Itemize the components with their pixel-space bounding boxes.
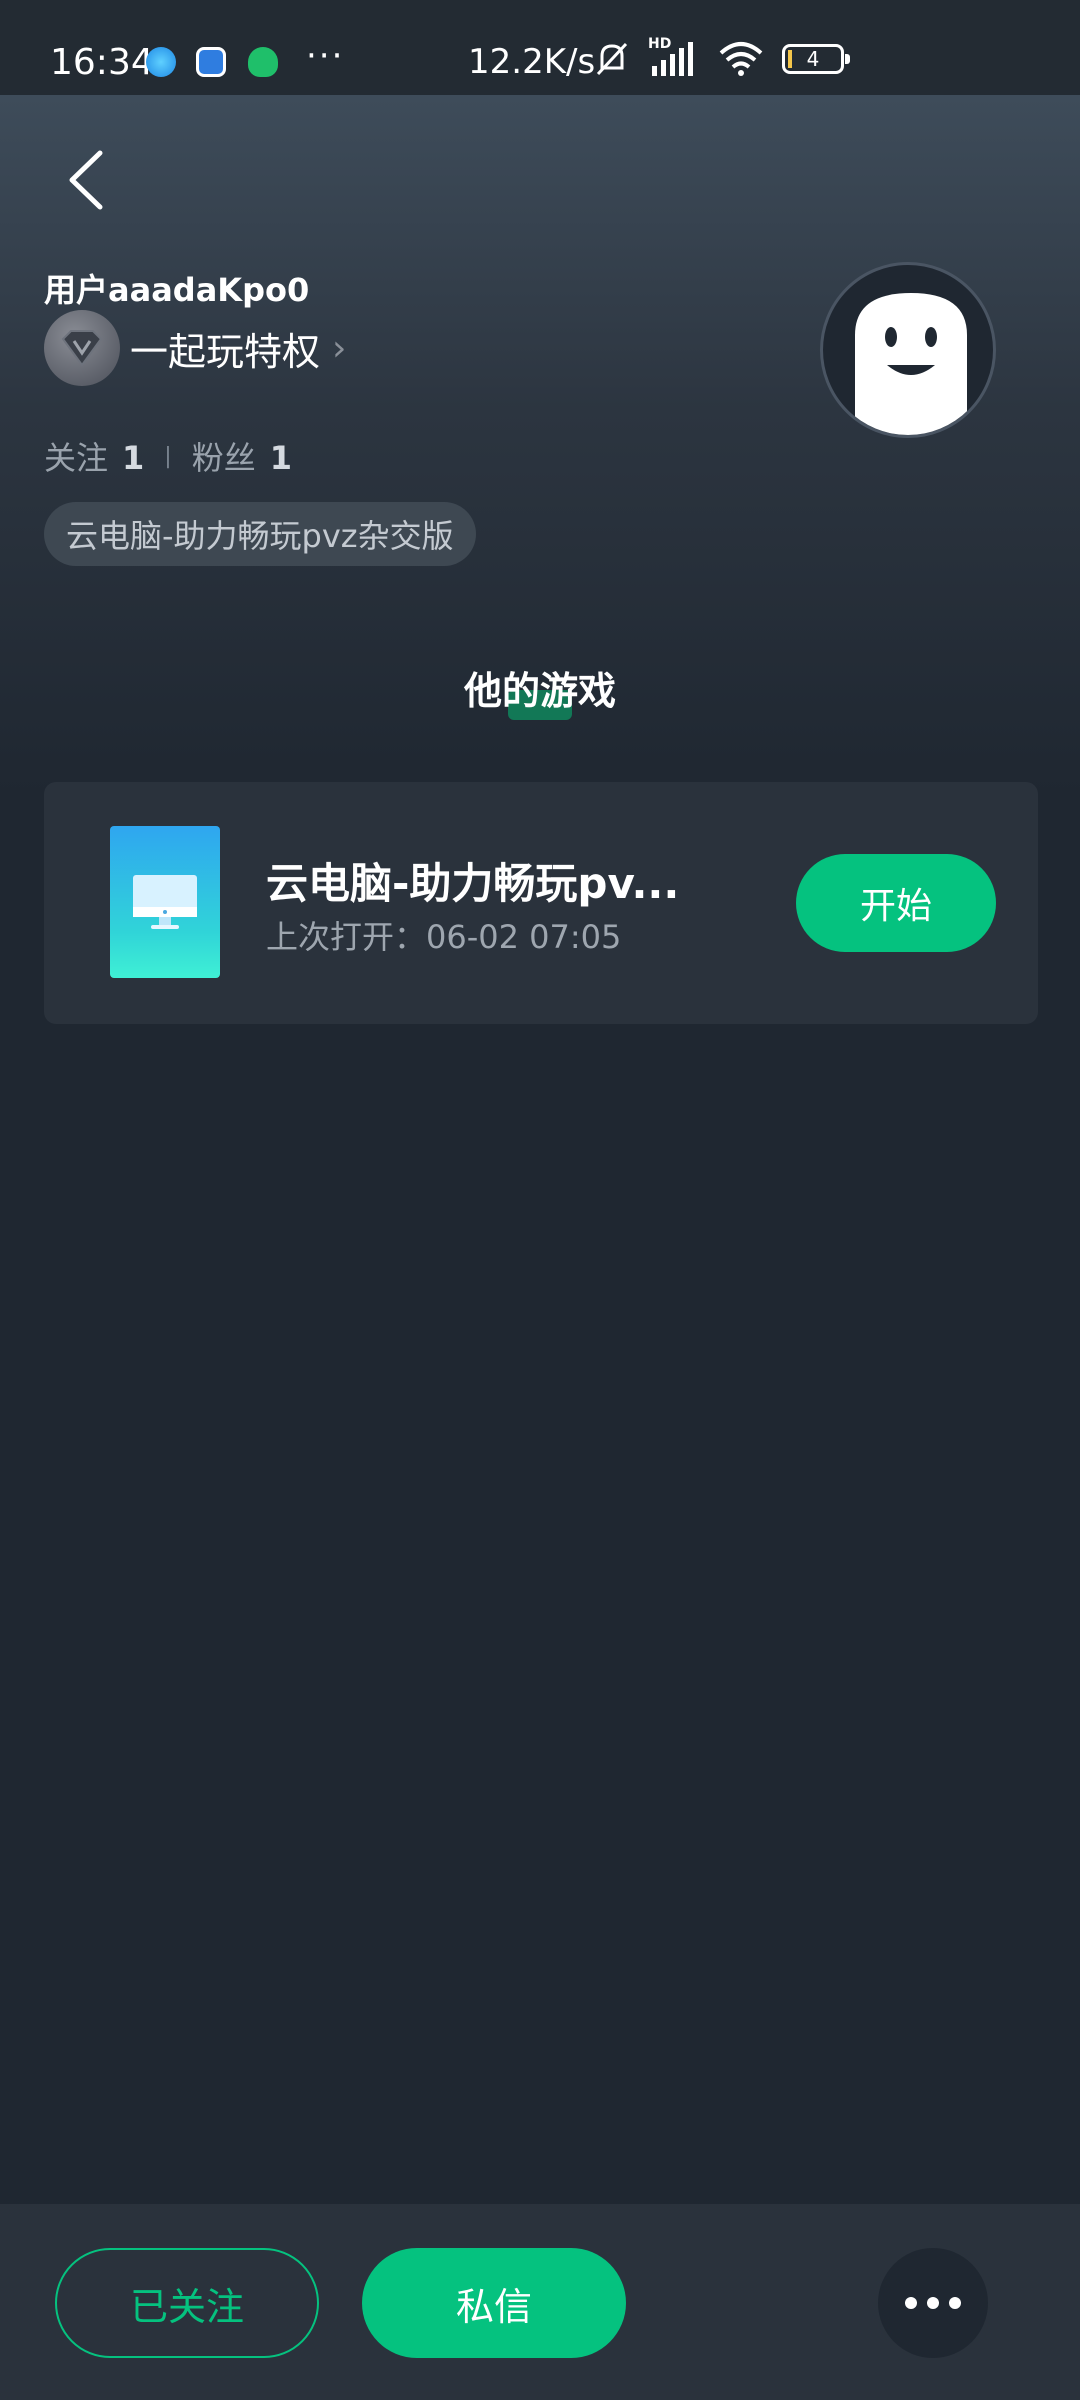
more-dot-icon	[927, 2297, 939, 2309]
shield-icon	[248, 47, 278, 77]
vip-privilege-link[interactable]: 一起玩特权 ›	[44, 310, 346, 386]
start-game-button[interactable]: 开始	[796, 854, 996, 952]
game-card[interactable]: 云电脑-助力畅玩pv... 上次打开：06-02 07:05 开始	[44, 782, 1038, 1024]
status-icons: HD 4	[594, 36, 850, 78]
cell-signal-icon: HD	[648, 36, 700, 78]
followed-button[interactable]: 已关注	[55, 2248, 319, 2358]
fans-link[interactable]: 粉丝 1	[192, 433, 292, 479]
follow-stats: 关注 1 | 粉丝 1	[44, 433, 292, 479]
more-dot-icon	[949, 2297, 961, 2309]
network-speed: 12.2K/s	[468, 42, 596, 82]
chevron-left-icon	[69, 150, 103, 210]
back-button[interactable]	[56, 140, 116, 220]
battery-level: 4	[806, 47, 820, 71]
game-last-opened: 上次打开：06-02 07:05	[266, 918, 622, 956]
section-title: 他的游戏	[463, 669, 616, 713]
more-notifications-icon: ···	[306, 36, 345, 76]
following-link[interactable]: 关注 1	[44, 433, 144, 479]
following-count: 1	[122, 439, 145, 477]
game-tag-chip[interactable]: 云电脑-助力畅玩pvz杂交版	[44, 502, 476, 566]
vip-diamond-icon	[44, 310, 120, 386]
status-time: 16:34	[50, 42, 154, 83]
chevron-right-icon: ›	[332, 327, 347, 369]
avatar[interactable]	[820, 262, 996, 438]
more-dot-icon	[905, 2297, 917, 2309]
username: 用户aaadaKpo0	[44, 271, 310, 309]
wifi-icon	[719, 42, 763, 76]
app-notification-icon	[146, 47, 176, 77]
vip-label: 一起玩特权	[130, 329, 321, 374]
fans-label: 粉丝	[191, 439, 256, 477]
mute-bell-icon	[596, 42, 628, 76]
game-cover-image	[110, 826, 220, 978]
game-title: 云电脑-助力畅玩pv...	[266, 859, 680, 908]
bottom-action-bar: 已关注 私信	[0, 2204, 1080, 2400]
message-button[interactable]: 私信	[362, 2248, 626, 2358]
app-notification-icon	[196, 47, 226, 77]
fans-count: 1	[269, 439, 292, 477]
status-bar: 16:34 ··· 12.2K/s HD 4	[0, 0, 1080, 95]
more-options-button[interactable]	[878, 2248, 988, 2358]
battery-icon: 4	[782, 44, 850, 74]
stats-divider: |	[164, 443, 172, 469]
monitor-icon	[133, 875, 197, 929]
following-label: 关注	[44, 439, 109, 477]
